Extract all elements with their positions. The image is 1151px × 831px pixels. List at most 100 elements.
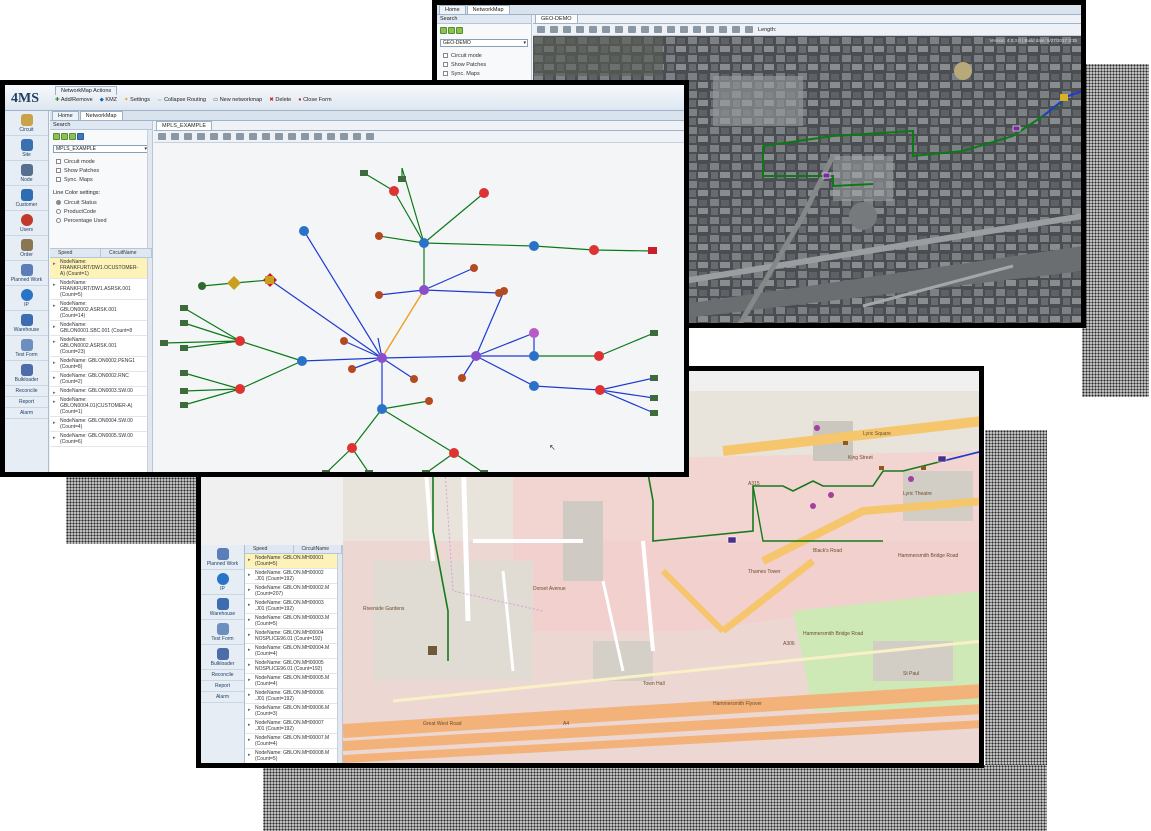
nav-alarm[interactable]: Alarm bbox=[201, 692, 244, 703]
nav-warehouse[interactable]: Warehouse bbox=[201, 595, 244, 620]
list-item[interactable]: NodeName: GBLON.MH00003 .J01 (Count=192) bbox=[245, 599, 342, 614]
toolbar-icon[interactable] bbox=[327, 133, 335, 140]
toolbar-icon[interactable] bbox=[210, 133, 218, 140]
refresh-icon[interactable] bbox=[448, 27, 455, 34]
toolbar-icon[interactable] bbox=[563, 26, 571, 33]
nav-customer[interactable]: Customer bbox=[5, 186, 48, 211]
delete-button[interactable]: ✖ Delete bbox=[269, 97, 291, 103]
toolbar-icon[interactable] bbox=[576, 26, 584, 33]
nav-warehouse[interactable]: Warehouse bbox=[5, 311, 48, 336]
network-canvas[interactable]: ↖ bbox=[154, 143, 684, 472]
scrollbar[interactable] bbox=[147, 258, 152, 472]
nav-planned-work[interactable]: Planned Work bbox=[5, 261, 48, 286]
tab-networkmap[interactable]: NetworkMap bbox=[79, 111, 123, 120]
toolbar-icon[interactable] bbox=[641, 26, 649, 33]
productcode-radio[interactable]: ProductCode bbox=[50, 207, 152, 216]
list-item[interactable]: NodeName: GBLON.MH00003.M (Count=5) bbox=[245, 614, 342, 629]
nav-reconcile[interactable]: Reconcile bbox=[201, 670, 244, 681]
tab-mpls-example[interactable]: MPLS_EXAMPLE bbox=[156, 121, 213, 130]
sync-maps-checkbox[interactable]: Sync. Maps bbox=[437, 69, 531, 78]
list-item[interactable]: NodeName: GBLON.MH00001 (Count=5) bbox=[245, 554, 342, 569]
nav-site[interactable]: Site bbox=[5, 136, 48, 161]
list-item[interactable]: NodeName: GBLON0002.ASRSK.001 (Count=23) bbox=[50, 336, 152, 357]
list-item[interactable]: NodeName: GBLON.MH00002.M (Count=207) bbox=[245, 584, 342, 599]
filter-icon[interactable] bbox=[69, 133, 76, 140]
toolbar-icon[interactable] bbox=[158, 133, 166, 140]
network-select[interactable]: MPLS_EXAMPLE bbox=[53, 145, 149, 153]
toolbar-icon[interactable] bbox=[353, 133, 361, 140]
search-go-icon[interactable] bbox=[440, 27, 447, 34]
toolbar-icon[interactable] bbox=[262, 133, 270, 140]
toolbar-icon[interactable] bbox=[732, 26, 740, 33]
nav-bulkloader[interactable]: Bulkloader bbox=[5, 361, 48, 386]
nav-ip[interactable]: IP bbox=[5, 286, 48, 311]
list-item[interactable]: NodeName: FRANKFURT/DW1.OCUSTOMER- A) (C… bbox=[50, 258, 152, 279]
close-form-button[interactable]: ● Close Form bbox=[298, 97, 331, 103]
list-item[interactable]: NodeName: GBLON.MH00004 NOSPLICE96.01 (C… bbox=[245, 629, 342, 644]
nav-node[interactable]: Node bbox=[5, 161, 48, 186]
list-item[interactable]: NodeName: GBLON.MH00006.M (Count=3) bbox=[245, 704, 342, 719]
sync-maps-checkbox[interactable]: Sync. Maps bbox=[50, 175, 152, 184]
list-item[interactable]: NodeName: GBLON0005.SW.00 (Count=6) bbox=[50, 432, 152, 447]
binoculars-icon[interactable] bbox=[77, 133, 84, 140]
circuit-mode-checkbox[interactable]: Circuit mode bbox=[50, 157, 152, 166]
nav-users[interactable]: Users bbox=[5, 211, 48, 236]
filter-icon[interactable] bbox=[456, 27, 463, 34]
list-item[interactable]: NodeName: GBLON.MH00005.M (Count=4) bbox=[245, 674, 342, 689]
circuit-status-radio[interactable]: Circuit Status bbox=[50, 198, 152, 207]
nav-reconcile[interactable]: Reconcile bbox=[5, 386, 48, 397]
network-select[interactable]: GEO-DEMO bbox=[440, 39, 528, 47]
toolbar-icon[interactable] bbox=[171, 133, 179, 140]
toolbar-icon[interactable] bbox=[667, 26, 675, 33]
toolbar-icon[interactable] bbox=[288, 133, 296, 140]
toolbar-icon[interactable] bbox=[223, 133, 231, 140]
list-item[interactable]: NodeName: GBLON.MH00008.M (Count=5) bbox=[245, 749, 342, 763]
nav-ip[interactable]: IP bbox=[201, 570, 244, 595]
circuit-mode-checkbox[interactable]: Circuit mode bbox=[437, 51, 531, 60]
toolbar-icon[interactable] bbox=[366, 133, 374, 140]
toolbar-icon[interactable] bbox=[236, 133, 244, 140]
toolbar-icon[interactable] bbox=[615, 26, 623, 33]
toolbar-icon[interactable] bbox=[589, 26, 597, 33]
list-item[interactable]: NodeName: GBLON.MH00007.M (Count=4) bbox=[245, 734, 342, 749]
list-item[interactable]: NodeName: GBLON0002.RNC (Count=2) bbox=[50, 372, 152, 387]
scrollbar[interactable] bbox=[147, 130, 152, 248]
nav-circuit[interactable]: Circuit bbox=[5, 111, 48, 136]
nav-report[interactable]: Report bbox=[5, 397, 48, 408]
settings-button[interactable]: ✦ Settings bbox=[124, 97, 150, 103]
new-networkmap-button[interactable]: ▭ New networkmap bbox=[213, 97, 262, 103]
toolbar-icon[interactable] bbox=[693, 26, 701, 33]
toolbar-icon[interactable] bbox=[706, 26, 714, 33]
nav-order[interactable]: Order bbox=[5, 236, 48, 261]
nav-planned-work[interactable]: Planned Work bbox=[201, 545, 244, 570]
list-item[interactable]: NodeName: GBLON0002.ASRSK.001 (Count=14) bbox=[50, 300, 152, 321]
toolbar-icon[interactable] bbox=[602, 26, 610, 33]
list-item[interactable]: NodeName: GBLON0004.01(CUSTOMER-A) (Coun… bbox=[50, 396, 152, 417]
add-remove-button[interactable]: ✚ Add/Remove bbox=[55, 97, 93, 103]
list-item[interactable]: NodeName: GBLON.MH00002 .J01 (Count=192) bbox=[245, 569, 342, 584]
list-item[interactable]: NodeName: GBLON0001.SBC.001 (Count=8 bbox=[50, 321, 152, 336]
list-item[interactable]: NodeName: FRANKFURT/DW1.ASRSK.001 (Count… bbox=[50, 279, 152, 300]
list-item[interactable]: NodeName: GBLON.MH00004.M (Count=4) bbox=[245, 644, 342, 659]
scrollbar[interactable] bbox=[337, 554, 342, 763]
tab-networkmap[interactable]: NetworkMap bbox=[466, 5, 510, 14]
collapse-routing-button[interactable]: ⇔ Collapse Routing bbox=[157, 97, 206, 103]
list-item[interactable]: NodeName: GBLON.MH00006 .J01 (Count=192) bbox=[245, 689, 342, 704]
toolbar-icon[interactable] bbox=[275, 133, 283, 140]
toolbar-icon[interactable] bbox=[537, 26, 545, 33]
toolbar-icon[interactable] bbox=[340, 133, 348, 140]
nav-bulkloader[interactable]: Bulkloader bbox=[201, 645, 244, 670]
toolbar-icon[interactable] bbox=[680, 26, 688, 33]
toolbar-icon[interactable] bbox=[550, 26, 558, 33]
toolbar-icon[interactable] bbox=[654, 26, 662, 33]
nav-alarm[interactable]: Alarm bbox=[5, 408, 48, 419]
toolbar-icon[interactable] bbox=[314, 133, 322, 140]
toolbar-icon[interactable] bbox=[719, 26, 727, 33]
toolbar-icon[interactable] bbox=[745, 26, 753, 33]
tab-home[interactable]: Home bbox=[52, 111, 79, 120]
nav-report[interactable]: Report bbox=[201, 681, 244, 692]
nav-test-form[interactable]: Test Form bbox=[201, 620, 244, 645]
list-item[interactable]: NodeName: GBLON0002.PENG1 (Count=8) bbox=[50, 357, 152, 372]
list-item[interactable]: NodeName: GBLON0004.SW.00 (Count=4) bbox=[50, 417, 152, 432]
kmz-button[interactable]: ◆ KMZ bbox=[100, 97, 117, 103]
